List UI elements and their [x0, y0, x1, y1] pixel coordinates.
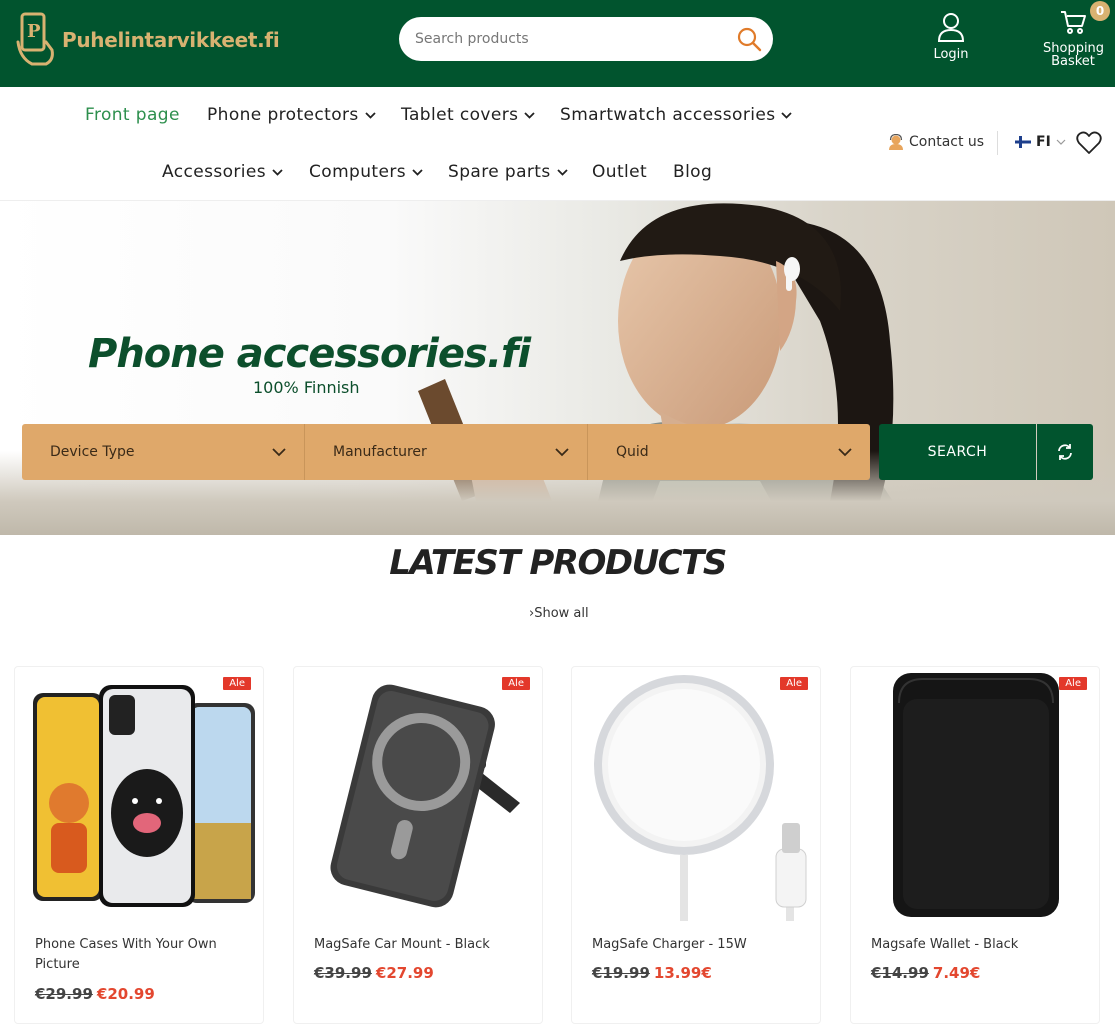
sale-badge: Ale [780, 677, 808, 690]
nav-label: Front page [85, 105, 180, 125]
product-card[interactable]: Ale MagSafe Car Mount - Black €39.99 €27.… [293, 666, 543, 1024]
old-price: €14.99 [871, 964, 929, 982]
search-icon [737, 27, 762, 52]
logo[interactable]: P Puhelintarvikkeet.fi [16, 12, 280, 68]
nav-label: Accessories [162, 162, 267, 182]
search-input[interactable] [415, 28, 715, 50]
old-price: €39.99 [314, 964, 372, 982]
filter-label: Manufacturer [333, 444, 427, 460]
product-card[interactable]: Ale Magsafe Wallet - Black €14.99 7.49€ [850, 666, 1100, 1024]
product-name: Phone Cases With Your Own Picture [35, 937, 217, 972]
product-name: MagSafe Charger - 15W [592, 937, 747, 952]
sale-price: €20.99 [96, 985, 155, 1003]
product-name: MagSafe Car Mount - Black [314, 937, 490, 952]
sale-badge: Ale [1059, 677, 1087, 690]
product-image-car-mount [302, 673, 536, 921]
chevron-down-icon [1056, 139, 1066, 145]
product-image-magsafe-charger [580, 673, 814, 921]
main-navigation: Front page Phone protectors Tablet cover… [0, 87, 1115, 201]
model-select[interactable]: Quid [588, 424, 870, 480]
product-price: €29.99 €20.99 [35, 985, 155, 1003]
basket-count-badge: 0 [1090, 1, 1110, 21]
sale-price: 7.49€ [932, 964, 981, 982]
nav-blog[interactable]: Blog [673, 162, 712, 182]
nav-accessories[interactable]: Accessories [162, 162, 283, 182]
device-type-select[interactable]: Device Type [22, 424, 305, 480]
search-button[interactable] [735, 25, 763, 53]
svg-text:P: P [27, 21, 41, 42]
wishlist-heart-icon[interactable] [1076, 131, 1102, 155]
product-image-custom-cases [23, 673, 257, 921]
product-price: €14.99 7.49€ [871, 964, 980, 982]
sale-price: 13.99€ [653, 964, 712, 982]
nav-phone-protectors[interactable]: Phone protectors [207, 105, 376, 125]
hero-subtitle: 100% Finnish [253, 378, 360, 397]
filter-label: Device Type [50, 444, 135, 460]
product-name: Magsafe Wallet - Black [871, 937, 1019, 952]
latest-products-heading: LATEST PRODUCTS [389, 543, 727, 583]
login-button[interactable]: Login [926, 12, 976, 61]
contact-label: Contact us [909, 134, 985, 150]
manufacturer-select[interactable]: Manufacturer [305, 424, 588, 480]
hero-title: Phone accessories.fi [88, 331, 531, 377]
support-agent-icon [889, 134, 903, 150]
nav-front-page[interactable]: Front page [85, 105, 180, 125]
filter-search-button[interactable]: SEARCH [879, 424, 1036, 480]
chevron-down-icon [412, 168, 423, 176]
refresh-icon [1058, 444, 1072, 460]
nav-label: Tablet covers [401, 105, 519, 125]
top-header: P Puhelintarvikkeet.fi Login Shopping Ba… [0, 0, 1115, 87]
search-bar [399, 17, 773, 61]
reset-filters-button[interactable] [1037, 424, 1093, 480]
nav-label: Outlet [592, 162, 648, 182]
product-price: €19.99 13.99€ [592, 964, 712, 982]
chevron-down-icon [555, 447, 569, 456]
nav-spare-parts[interactable]: Spare parts [448, 162, 568, 182]
contact-us-link[interactable]: Contact us [888, 134, 984, 150]
nav-label: Spare parts [448, 162, 551, 182]
chevron-down-icon [781, 111, 793, 119]
chevron-down-icon [272, 447, 286, 456]
nav-outlet[interactable]: Outlet [592, 162, 647, 182]
sale-badge: Ale [223, 677, 251, 690]
logo-text: Puhelintarvikkeet.fi [62, 28, 280, 52]
nav-label: Smartwatch accessories [560, 105, 776, 125]
user-icon [937, 13, 965, 42]
finland-flag-icon [1015, 136, 1031, 148]
cart-icon [1061, 11, 1086, 34]
nav-tablet-covers[interactable]: Tablet covers [401, 105, 535, 125]
divider [997, 131, 998, 155]
chevron-down-icon [524, 111, 535, 119]
device-filter-bar: Device Type Manufacturer Quid [22, 424, 870, 480]
phone-hand-logo-icon: P [16, 12, 54, 66]
chevron-down-icon [556, 168, 568, 176]
old-price: €19.99 [592, 964, 650, 982]
product-card[interactable]: Ale Phone Cases With Your Own Picture €2… [14, 666, 264, 1024]
chevron-down-icon [272, 168, 283, 176]
language-code: FI [1036, 134, 1051, 150]
chevron-down-icon [365, 111, 376, 119]
show-all-label: Show all [534, 606, 589, 621]
filter-label: Quid [616, 444, 649, 460]
nav-computers[interactable]: Computers [309, 162, 423, 182]
show-all-link[interactable]: ›Show all [529, 606, 589, 621]
sale-badge: Ale [502, 677, 530, 690]
nav-smartwatch-accessories[interactable]: Smartwatch accessories [560, 105, 793, 125]
login-label: Login [933, 47, 969, 62]
old-price: €29.99 [35, 985, 93, 1003]
product-price: €39.99 €27.99 [314, 964, 434, 982]
language-selector[interactable]: FI [1015, 134, 1066, 150]
product-image-magsafe-wallet [859, 673, 1093, 921]
chevron-down-icon [838, 447, 852, 456]
basket-label: Shopping Basket [1043, 41, 1105, 69]
nav-label: Computers [309, 162, 406, 182]
product-card[interactable]: Ale MagSafe Charger - 15W €19.99 13.99€ [571, 666, 821, 1024]
sale-price: €27.99 [375, 964, 434, 982]
nav-label: Phone protectors [207, 105, 359, 125]
nav-label: Blog [673, 162, 713, 182]
hero-banner: Phone accessories.fi 100% Finnish Device… [0, 201, 1115, 535]
